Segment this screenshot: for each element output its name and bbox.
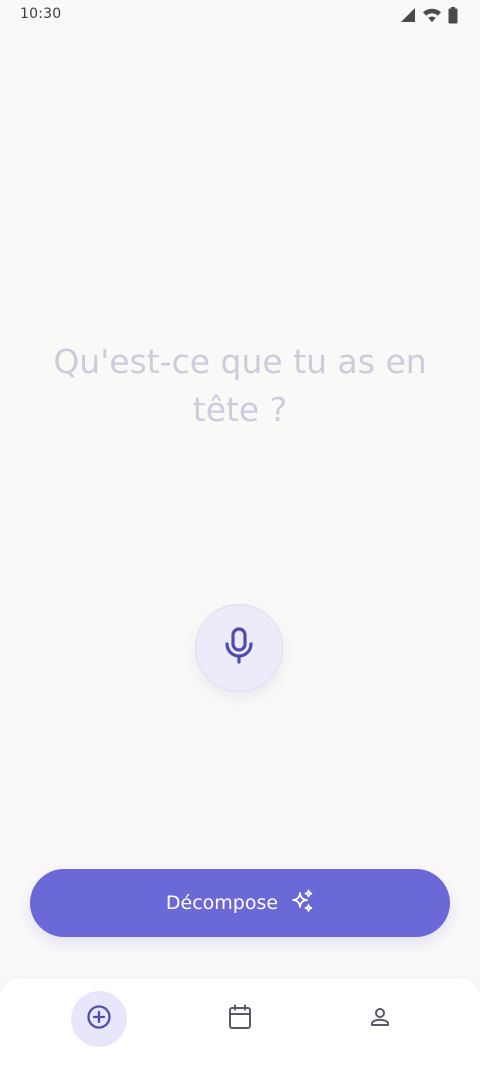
add-circle-icon: [86, 1004, 112, 1034]
wifi-icon: [422, 7, 442, 23]
status-bar: 10:30: [0, 0, 480, 30]
nav-calendar-button[interactable]: [212, 991, 268, 1047]
cellular-signal-icon: [400, 7, 416, 23]
sparkles-icon: [290, 889, 314, 918]
profile-icon: [368, 1005, 392, 1033]
prompt-text: Qu'est-ce que tu as en tête ?: [53, 342, 427, 429]
calendar-icon: [228, 1004, 252, 1034]
microphone-button[interactable]: [195, 604, 283, 692]
status-time: 10:30: [20, 6, 62, 22]
nav-profile-button[interactable]: [352, 991, 408, 1047]
battery-icon: [448, 6, 458, 24]
bottom-navigation: [0, 979, 480, 1088]
status-icons: [400, 6, 458, 24]
decompose-button[interactable]: Décompose: [30, 869, 450, 937]
nav-add-button[interactable]: [71, 991, 127, 1047]
microphone-icon: [222, 627, 256, 669]
decompose-label: Décompose: [165, 892, 279, 914]
